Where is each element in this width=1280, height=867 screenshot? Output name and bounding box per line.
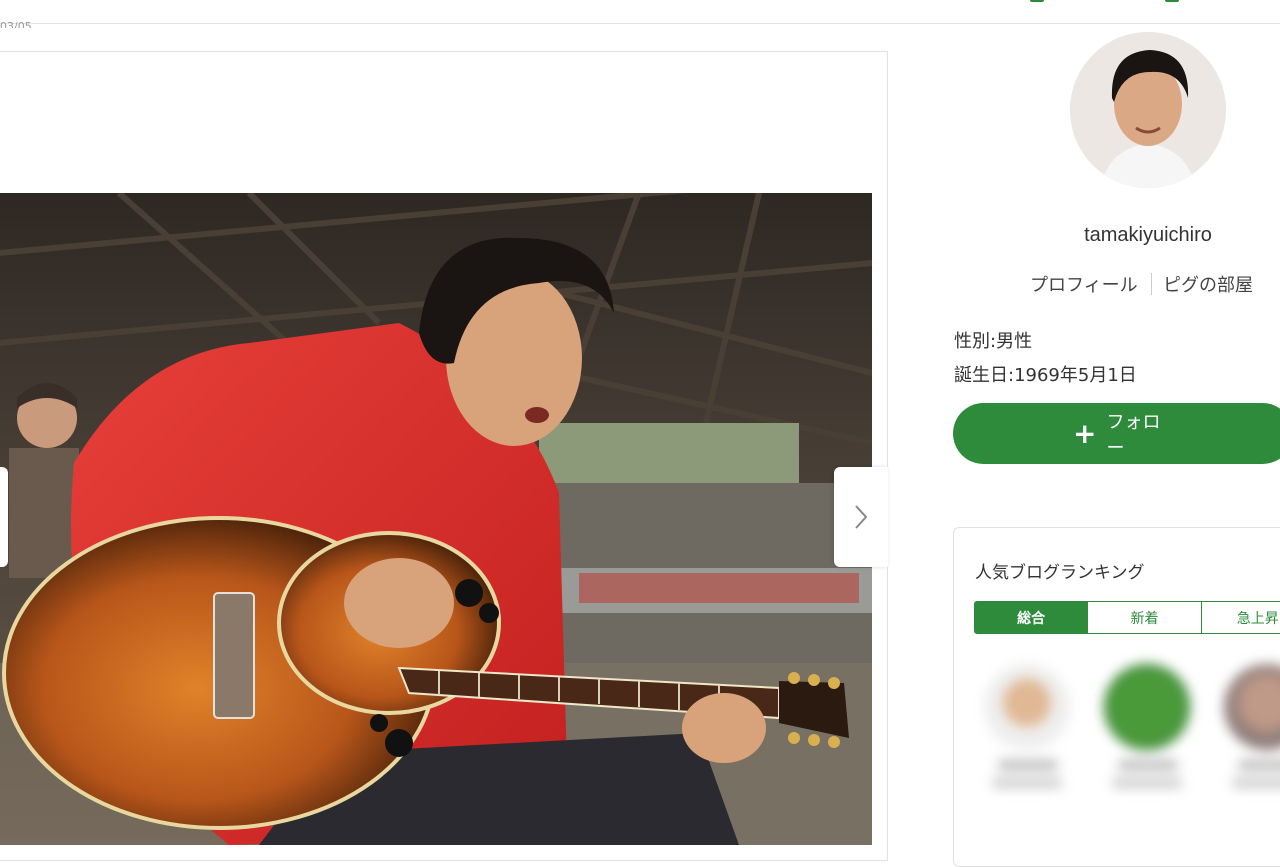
tab-rising[interactable]: 急上昇 <box>1200 601 1280 634</box>
ranking-item[interactable] <box>1104 664 1194 788</box>
profile-link[interactable]: プロフィール <box>1030 271 1138 297</box>
ranking-item[interactable] <box>984 664 1074 788</box>
ranking-tabs: 総合 新着 急上昇 <box>974 601 1280 634</box>
profile-birthday: 誕生日:1969年5月1日 <box>954 365 1137 386</box>
profile-username[interactable]: tamakiyuichiro <box>1040 224 1256 247</box>
nav-icon[interactable] <box>1165 0 1179 2</box>
blog-entry-card <box>0 51 888 861</box>
pigg-room-link[interactable]: ピグの部屋 <box>1163 271 1253 297</box>
blog-ranking-panel: 人気ブログランキング 総合 新着 急上昇 <box>953 527 1280 867</box>
profile-links: プロフィール ピグの部屋 <box>1020 271 1280 297</box>
photo-guitar-player <box>0 193 872 845</box>
tab-overall[interactable]: 総合 <box>974 601 1089 634</box>
chevron-right-icon <box>855 505 868 529</box>
link-divider <box>1151 273 1152 295</box>
plus-icon: + <box>1073 416 1097 450</box>
ranking-title: 人気ブログランキング <box>975 563 1145 583</box>
next-photo-button[interactable] <box>834 467 888 567</box>
follow-label: フォロー <box>1106 411 1161 459</box>
previous-photo-button[interactable] <box>0 467 8 567</box>
avatar-image <box>1070 32 1226 188</box>
profile-gender: 性別:男性 <box>954 331 1033 352</box>
tab-new[interactable]: 新着 <box>1087 601 1202 634</box>
nav-icon[interactable] <box>1030 0 1044 2</box>
entry-photo[interactable] <box>0 193 872 845</box>
profile-avatar[interactable] <box>1070 32 1226 188</box>
post-date: 03/05 <box>0 20 32 28</box>
ranking-item[interactable] <box>1224 664 1280 788</box>
top-navigation-bar <box>0 0 1280 24</box>
follow-button[interactable]: + フォロー <box>953 403 1280 464</box>
